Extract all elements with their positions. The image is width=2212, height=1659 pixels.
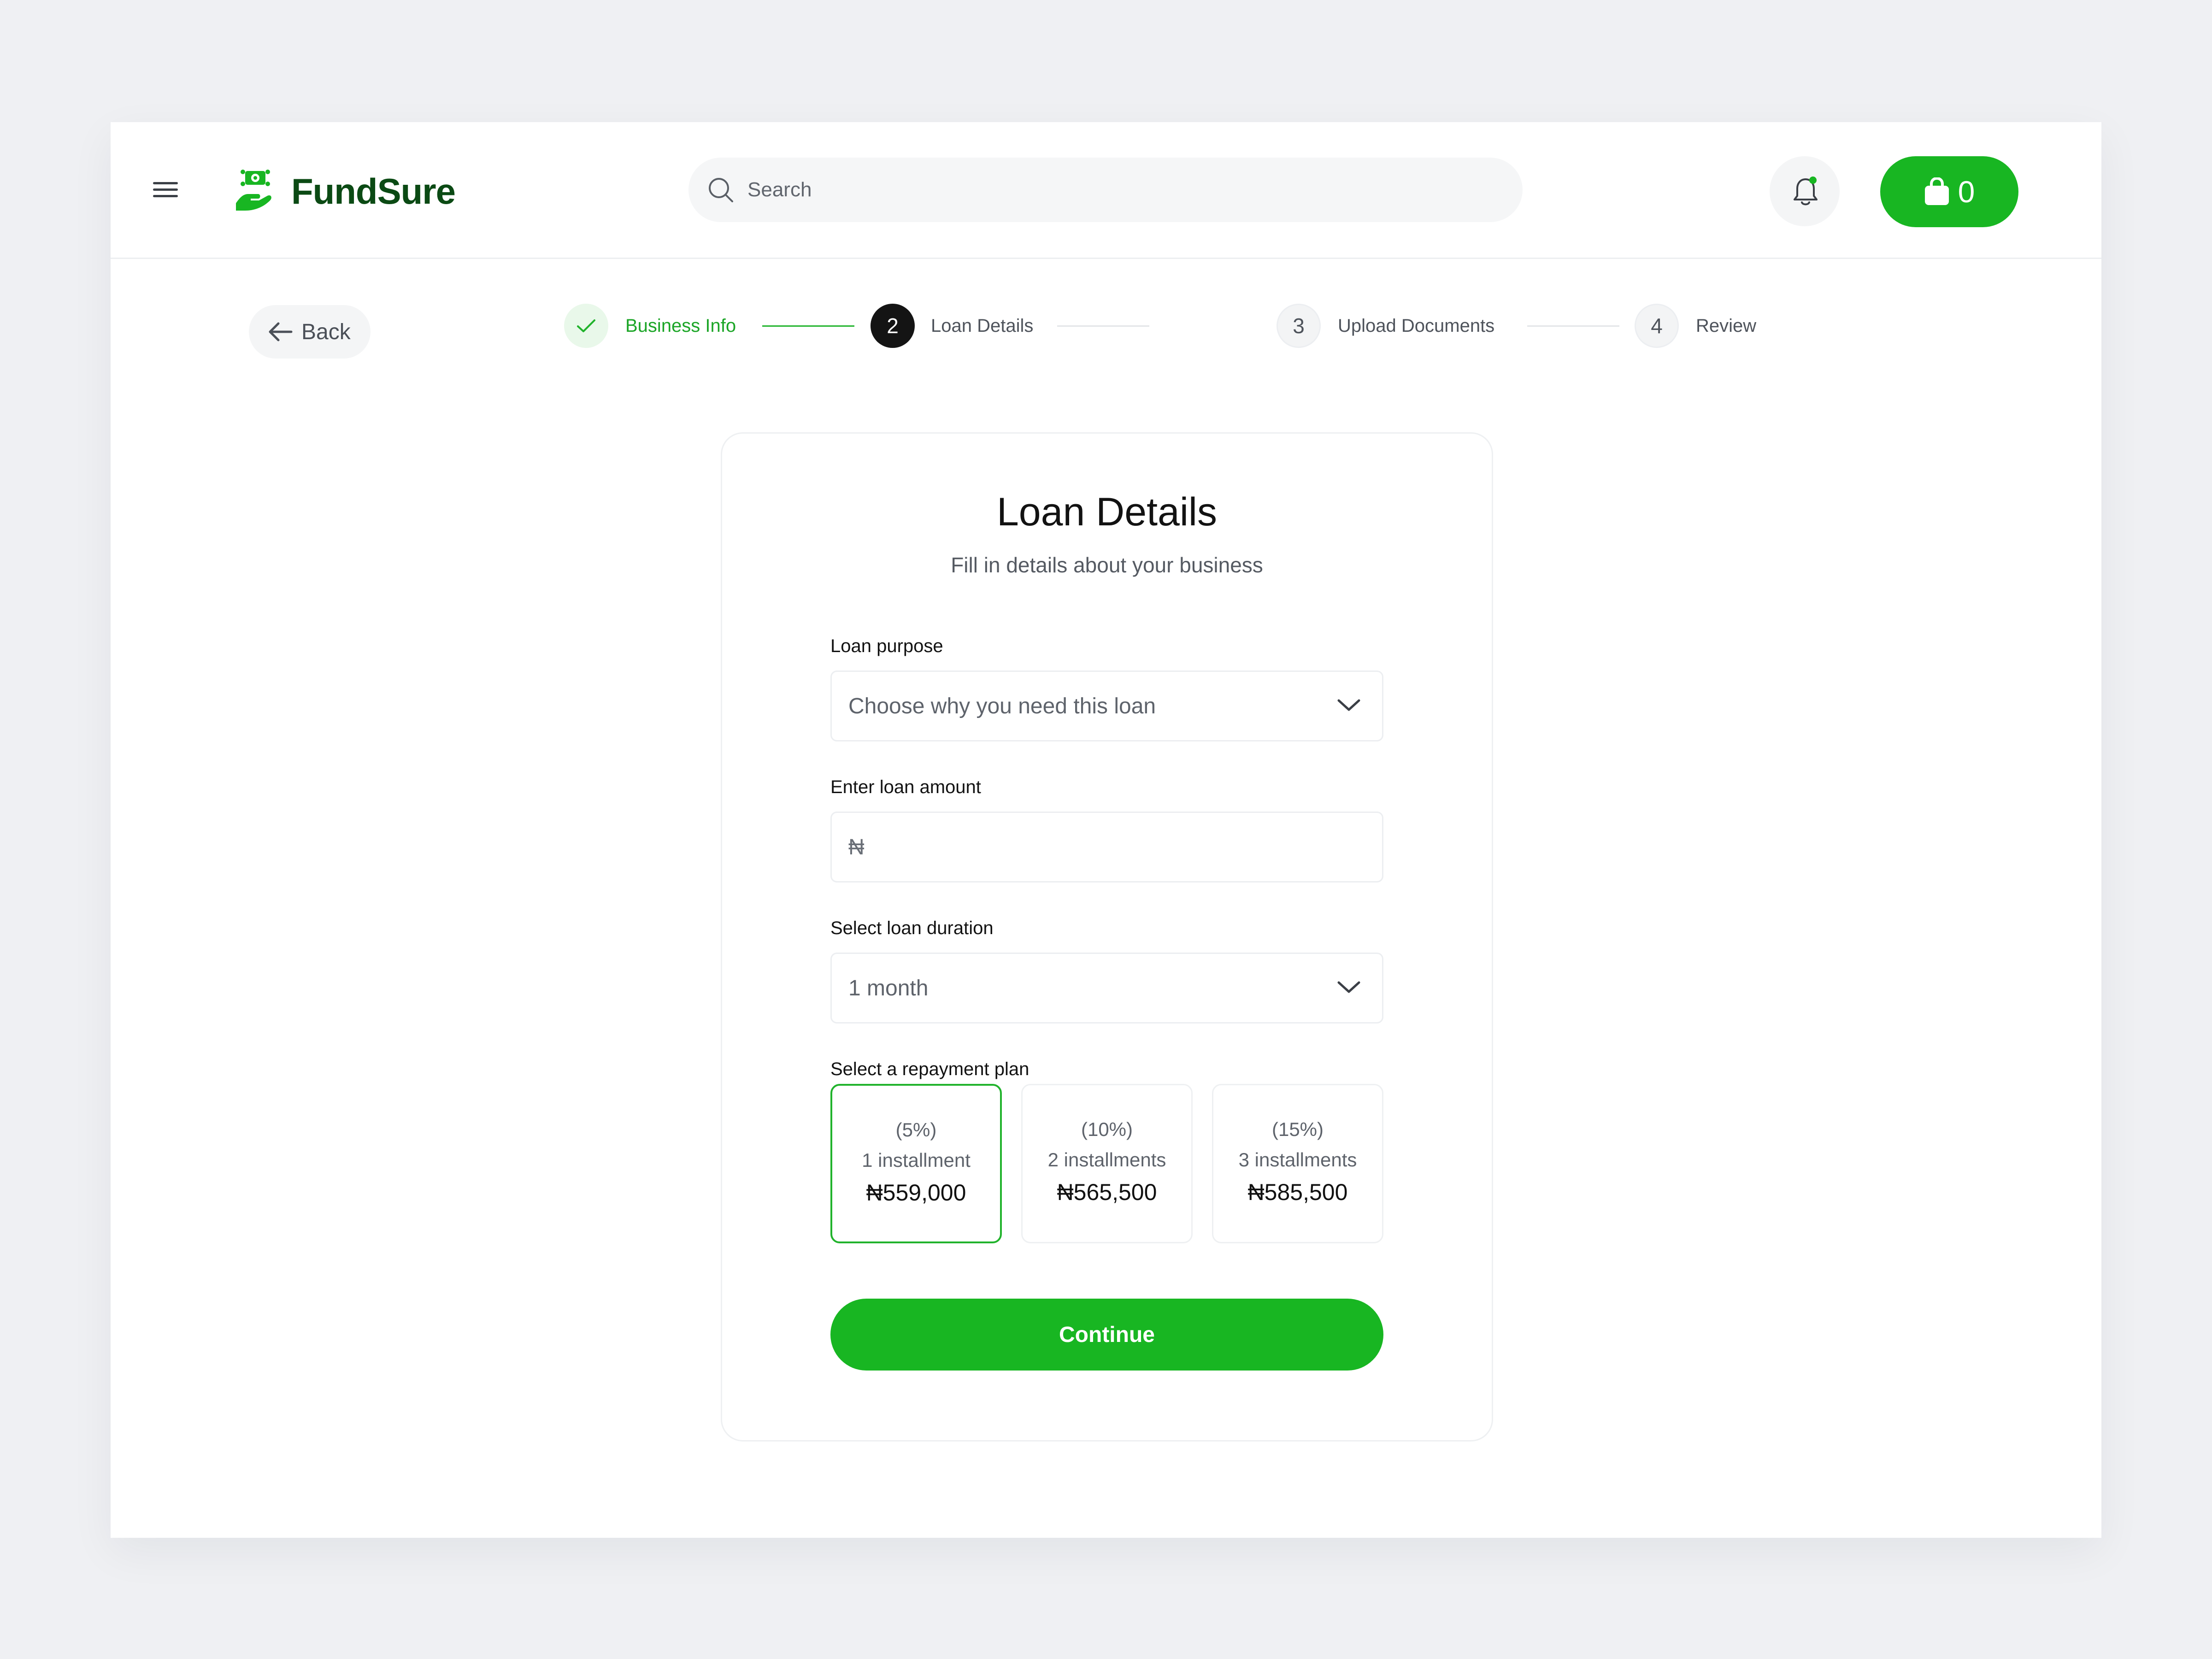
plan-installments: 3 installments	[1238, 1149, 1357, 1171]
brand-name: FundSure	[291, 171, 456, 212]
loan-details-card: Loan Details Fill in details about your …	[721, 432, 1493, 1441]
chevron-down-icon	[1337, 981, 1360, 993]
step-1-label[interactable]: Business Info	[625, 304, 736, 348]
step-3-circle: 3	[1277, 304, 1321, 348]
notifications-button[interactable]	[1770, 156, 1840, 226]
step-connector-2	[1057, 325, 1149, 327]
loan-purpose-label: Loan purpose	[830, 636, 943, 656]
loan-purpose-select[interactable]: Choose why you need this loan	[830, 671, 1383, 741]
card-title: Loan Details	[996, 490, 1218, 534]
logo-icon	[236, 170, 271, 211]
bell-icon	[1794, 176, 1818, 206]
search-bar[interactable]	[688, 158, 1523, 222]
step-connector-3	[1527, 325, 1619, 327]
back-label: Back	[301, 319, 351, 344]
plan-percent: (10%)	[1081, 1118, 1133, 1140]
repayment-plan-option-1[interactable]: (5%) 1 installment ₦559,000	[830, 1084, 1002, 1243]
arrow-left-icon	[269, 322, 293, 341]
step-connector-1	[762, 325, 854, 327]
cart-count: 0	[1958, 175, 1975, 209]
loan-duration-value: 1 month	[848, 976, 929, 1000]
continue-button[interactable]: Continue	[830, 1299, 1383, 1371]
loan-amount-label: Enter loan amount	[830, 777, 981, 797]
search-input[interactable]	[747, 158, 1484, 222]
chevron-down-icon	[1337, 699, 1360, 711]
loan-duration-label: Select loan duration	[830, 918, 994, 938]
loan-duration-select[interactable]: 1 month	[830, 953, 1383, 1024]
repayment-plan-option-3[interactable]: (15%) 3 installments ₦585,500	[1212, 1084, 1383, 1243]
plan-amount: ₦559,000	[866, 1180, 966, 1206]
step-4-label[interactable]: Review	[1696, 304, 1756, 348]
plan-installments: 2 installments	[1047, 1149, 1166, 1171]
plan-amount: ₦585,500	[1247, 1179, 1348, 1205]
top-header: FundSure 0	[111, 122, 2101, 259]
repayment-plan-option-2[interactable]: (10%) 2 installments ₦565,500	[1021, 1084, 1193, 1243]
repayment-plan-label: Select a repayment plan	[830, 1059, 1030, 1079]
back-button[interactable]: Back	[249, 305, 371, 359]
hamburger-icon[interactable]	[153, 182, 178, 199]
check-icon	[577, 319, 595, 332]
plan-installments: 1 installment	[862, 1149, 971, 1171]
step-2-label[interactable]: Loan Details	[931, 304, 1033, 348]
step-1-circle	[564, 304, 608, 348]
step-4-circle: 4	[1635, 304, 1679, 348]
step-2-circle: 2	[871, 304, 915, 348]
step-3-text[interactable]: Upload Documents	[1338, 304, 1494, 348]
loan-amount-input[interactable]	[832, 813, 1382, 881]
plan-percent: (5%)	[895, 1119, 937, 1141]
card-subtitle: Fill in details about your business	[951, 553, 1263, 577]
app-window: FundSure 0 Back	[111, 122, 2101, 1538]
loan-purpose-value: Choose why you need this loan	[848, 694, 1156, 718]
cart-button[interactable]: 0	[1880, 156, 2018, 227]
plan-percent: (15%)	[1271, 1118, 1324, 1140]
search-icon	[709, 178, 733, 202]
plan-amount: ₦565,500	[1057, 1179, 1157, 1205]
shopping-bag-icon	[1924, 177, 1949, 205]
loan-amount-field[interactable]	[830, 812, 1383, 882]
